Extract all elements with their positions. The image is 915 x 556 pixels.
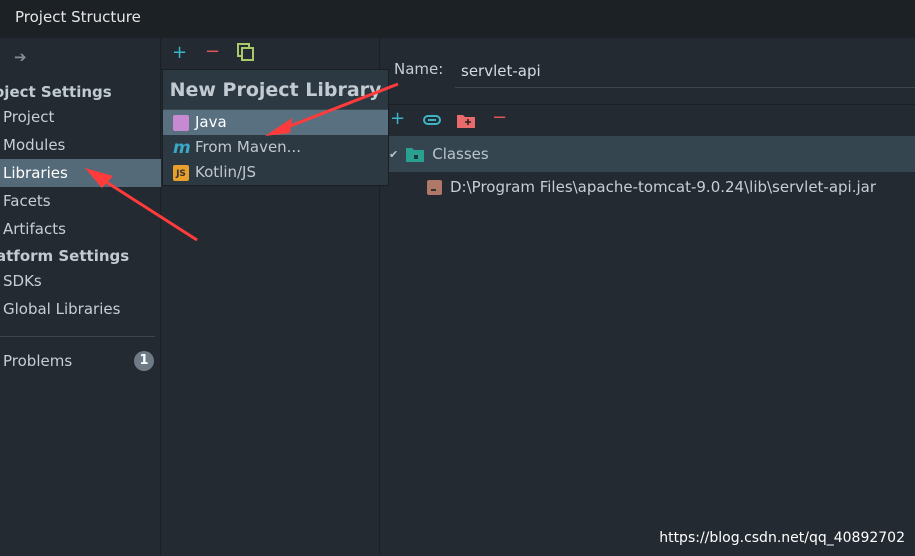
classes-folder-icon — [406, 147, 425, 162]
classes-label: Classes — [432, 145, 489, 163]
watermark: https://blog.csdn.net/qq_40892702 — [659, 530, 905, 546]
back-arrow-icon[interactable]: ➔ — [14, 48, 27, 66]
sidebar-item-project[interactable]: Project — [0, 103, 161, 131]
jar-path: D:\Program Files\apache-tomcat-9.0.24\li… — [450, 178, 877, 196]
section-platform-settings: atform Settings — [0, 247, 130, 265]
sidebar-item-artifacts[interactable]: Artifacts — [0, 215, 161, 243]
popup-item-label: From Maven... — [195, 138, 301, 156]
section-project-settings: oject Settings — [0, 83, 112, 101]
js-icon: JS — [173, 164, 189, 181]
chevron-down-icon[interactable]: ✔ — [389, 148, 398, 161]
popup-item-label: Kotlin/JS — [195, 163, 256, 181]
sidebar-item-sdks[interactable]: SDKs — [0, 267, 161, 295]
add-root-icon[interactable]: + — [390, 108, 405, 129]
problems-count-badge: 1 — [134, 351, 154, 371]
name-input[interactable] — [455, 54, 915, 88]
copy-icon[interactable] — [237, 43, 254, 61]
add-icon[interactable]: + — [172, 42, 187, 63]
jar-entry[interactable]: D:\Program Files\apache-tomcat-9.0.24\li… — [427, 178, 876, 196]
popup-item-java[interactable]: Java — [163, 110, 388, 135]
add-folder-icon[interactable] — [457, 112, 475, 133]
name-label: Name: — [394, 60, 444, 78]
divider — [0, 336, 155, 337]
sidebar-item-libraries[interactable]: Libraries — [0, 159, 161, 187]
classes-node[interactable]: ✔ Classes — [381, 136, 915, 172]
popup-item-label: Java — [195, 113, 227, 131]
library-detail-panel: Name: + − ✔ Classes D:\Program Files\apa… — [381, 38, 915, 556]
java-library-icon — [173, 114, 189, 131]
sidebar-item-modules[interactable]: Modules — [0, 131, 161, 159]
jar-icon — [427, 179, 442, 195]
maven-icon: m — [173, 137, 191, 158]
popup-item-kotlin-js[interactable]: JS Kotlin/JS — [163, 160, 388, 185]
sidebar-item-global-libraries[interactable]: Global Libraries — [0, 295, 161, 323]
popup-title: New Project Library — [163, 70, 388, 110]
window-title: Project Structure — [0, 0, 915, 38]
remove-icon[interactable]: − — [205, 41, 220, 62]
popup-item-maven[interactable]: m From Maven... — [163, 135, 388, 160]
classes-toolbar: + − — [381, 104, 915, 136]
sidebar: ➔ oject Settings Project Modules Librari… — [0, 38, 161, 556]
sidebar-item-facets[interactable]: Facets — [0, 187, 161, 215]
remove-root-icon[interactable]: − — [492, 107, 507, 128]
new-project-library-popup: New Project Library Java m From Maven...… — [162, 69, 389, 186]
attach-link-icon[interactable] — [423, 111, 441, 132]
